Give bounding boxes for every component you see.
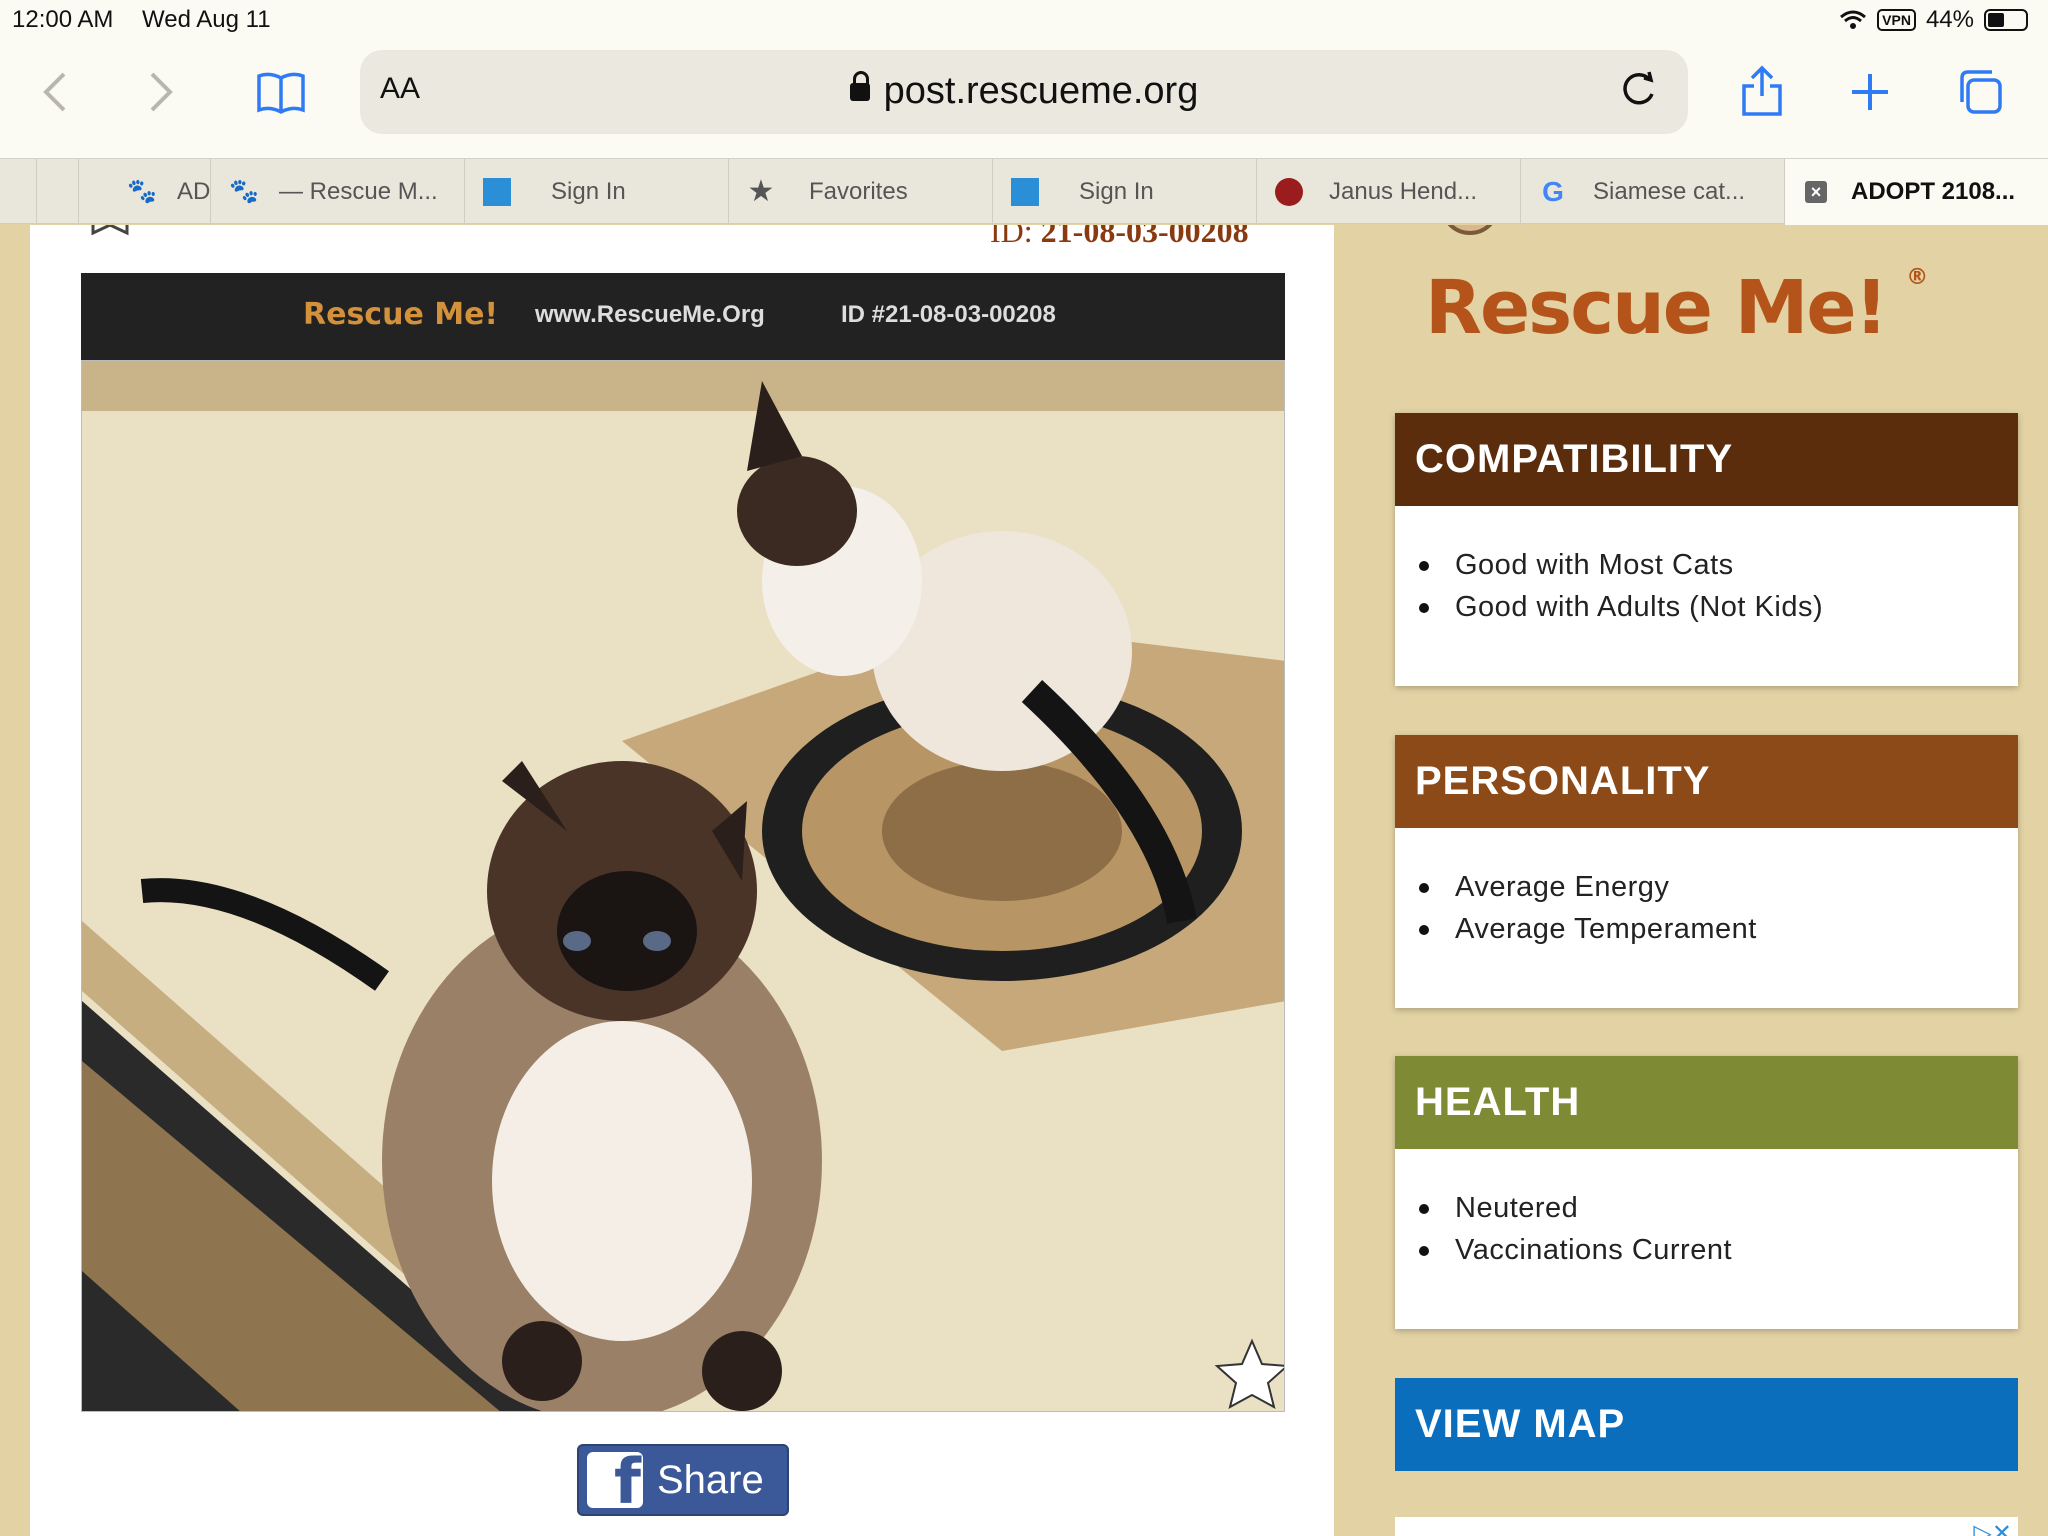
facebook-icon: f bbox=[587, 1452, 643, 1508]
status-date: Wed Aug 11 bbox=[142, 6, 271, 33]
tab-5[interactable]: ★ Favorites bbox=[728, 159, 992, 225]
tab-label: — Rescue M... bbox=[279, 178, 438, 205]
list-item: Average Energy bbox=[1417, 866, 2018, 908]
tab-label: Siamese cat... bbox=[1593, 178, 1746, 205]
tab-2[interactable]: 🐾 AD bbox=[78, 159, 210, 225]
page-content: ID: 21-08-03-00208 Rescue Me! www.Rescue… bbox=[0, 225, 2048, 1536]
paw-icon: 🐾 bbox=[127, 178, 157, 205]
tab-8[interactable]: G Siamese cat... bbox=[1520, 159, 1784, 225]
lock-icon bbox=[849, 71, 870, 101]
compatibility-list: Good with Most Cats Good with Adults (No… bbox=[1395, 506, 2018, 628]
banner-logo: Rescue Me! bbox=[303, 297, 499, 332]
tab-4[interactable]: Sign In bbox=[464, 159, 728, 225]
status-right: VPN 44% bbox=[1839, 6, 2028, 34]
personality-header: PERSONALITY bbox=[1395, 735, 2018, 828]
pet-id: ID: 21-08-03-00208 bbox=[990, 225, 1249, 250]
compatibility-panel: COMPATIBILITY Good with Most Cats Good w… bbox=[1395, 413, 2018, 686]
list-item: Good with Most Cats bbox=[1417, 544, 2018, 586]
url-display[interactable]: post.rescueme.org bbox=[360, 70, 1688, 113]
brand-logo[interactable]: Rescue Me! ® bbox=[1425, 265, 1928, 351]
wifi-icon bbox=[1840, 10, 1867, 29]
tab-label: AD bbox=[177, 178, 210, 205]
globe-icon bbox=[1275, 178, 1303, 206]
ad-choices-icon[interactable]: ▷✕ bbox=[1973, 1519, 2012, 1536]
share-label: Share bbox=[657, 1457, 764, 1502]
pet-photo[interactable] bbox=[81, 360, 1285, 1412]
close-icon[interactable]: × bbox=[1805, 181, 1827, 203]
tab-7[interactable]: Janus Hend... bbox=[1256, 159, 1520, 225]
vpn-badge: VPN bbox=[1877, 9, 1916, 31]
reload-icon[interactable] bbox=[1614, 66, 1662, 114]
list-item: Vaccinations Current bbox=[1417, 1229, 2018, 1271]
view-map-button[interactable]: VIEW MAP bbox=[1395, 1378, 2018, 1471]
bank-icon bbox=[483, 178, 511, 206]
url-text: post.rescueme.org bbox=[883, 70, 1199, 112]
tab-label: Sign In bbox=[1079, 178, 1154, 205]
facebook-share-button[interactable]: f Share bbox=[577, 1444, 789, 1516]
pet-id-prefix: ID: bbox=[990, 225, 1033, 249]
banner-site: www.RescueMe.Org bbox=[535, 301, 765, 328]
back-icon[interactable] bbox=[40, 70, 70, 114]
address-bar[interactable]: AA post.rescueme.org bbox=[360, 50, 1688, 134]
status-time: 12:00 AM bbox=[12, 6, 114, 33]
star-icon: ★ bbox=[747, 175, 775, 208]
pet-id-value: 21-08-03-00208 bbox=[1040, 225, 1249, 249]
paw-icon: 🐾 bbox=[229, 178, 259, 205]
health-header: HEALTH bbox=[1395, 1056, 2018, 1149]
tab-1[interactable]: 🐾 bbox=[36, 159, 79, 225]
google-icon: G bbox=[1542, 176, 1564, 207]
personality-list: Average Energy Average Temperament bbox=[1395, 828, 2018, 950]
tab-6[interactable]: Sign In bbox=[992, 159, 1256, 225]
forward-icon[interactable] bbox=[146, 70, 176, 114]
ad-box: ▷✕ bbox=[1395, 1517, 2018, 1536]
tab-3[interactable]: 🐾 — Rescue M... bbox=[210, 159, 464, 225]
favorite-star-icon[interactable] bbox=[85, 225, 135, 255]
tab-label: Sign In bbox=[551, 178, 626, 205]
brand-text: Rescue Me! bbox=[1425, 265, 1888, 351]
logo-avatar bbox=[1440, 225, 1500, 235]
tab-label: Favorites bbox=[809, 178, 908, 205]
tabs-overview-icon[interactable] bbox=[1956, 68, 2004, 116]
browser-toolbar: AA post.rescueme.org bbox=[0, 40, 2048, 158]
health-panel: HEALTH Neutered Vaccinations Current bbox=[1395, 1056, 2018, 1329]
tab-bar: 🐾 🐾AD 🐾— Rescue M... Sign In ★Favorites … bbox=[0, 158, 2048, 225]
battery-icon bbox=[1984, 9, 2028, 31]
status-bar: 12:00 AM Wed Aug 11 VPN 44% bbox=[0, 0, 2048, 40]
photo-banner: Rescue Me! www.RescueMe.Org ID #21-08-03… bbox=[81, 273, 1285, 360]
personality-panel: PERSONALITY Average Energy Average Tempe… bbox=[1395, 735, 2018, 1008]
health-list: Neutered Vaccinations Current bbox=[1395, 1149, 2018, 1271]
share-icon[interactable] bbox=[1740, 64, 1784, 118]
list-item: Neutered bbox=[1417, 1187, 2018, 1229]
tab-9-active[interactable]: × ADOPT 2108... bbox=[1784, 159, 2048, 225]
banner-id: ID #21-08-03-00208 bbox=[841, 301, 1056, 328]
list-item: Good with Adults (Not Kids) bbox=[1417, 586, 2018, 628]
compatibility-header: COMPATIBILITY bbox=[1395, 413, 2018, 506]
new-tab-icon[interactable] bbox=[1850, 72, 1890, 112]
tab-label: Janus Hend... bbox=[1329, 178, 1478, 205]
list-item: Average Temperament bbox=[1417, 908, 2018, 950]
battery-percent: 44% bbox=[1925, 6, 1974, 33]
registered-mark: ® bbox=[1906, 265, 1928, 290]
tab-label: ADOPT 2108... bbox=[1851, 178, 2016, 205]
bookmarks-icon[interactable] bbox=[256, 70, 306, 114]
bank-icon bbox=[1011, 178, 1039, 206]
